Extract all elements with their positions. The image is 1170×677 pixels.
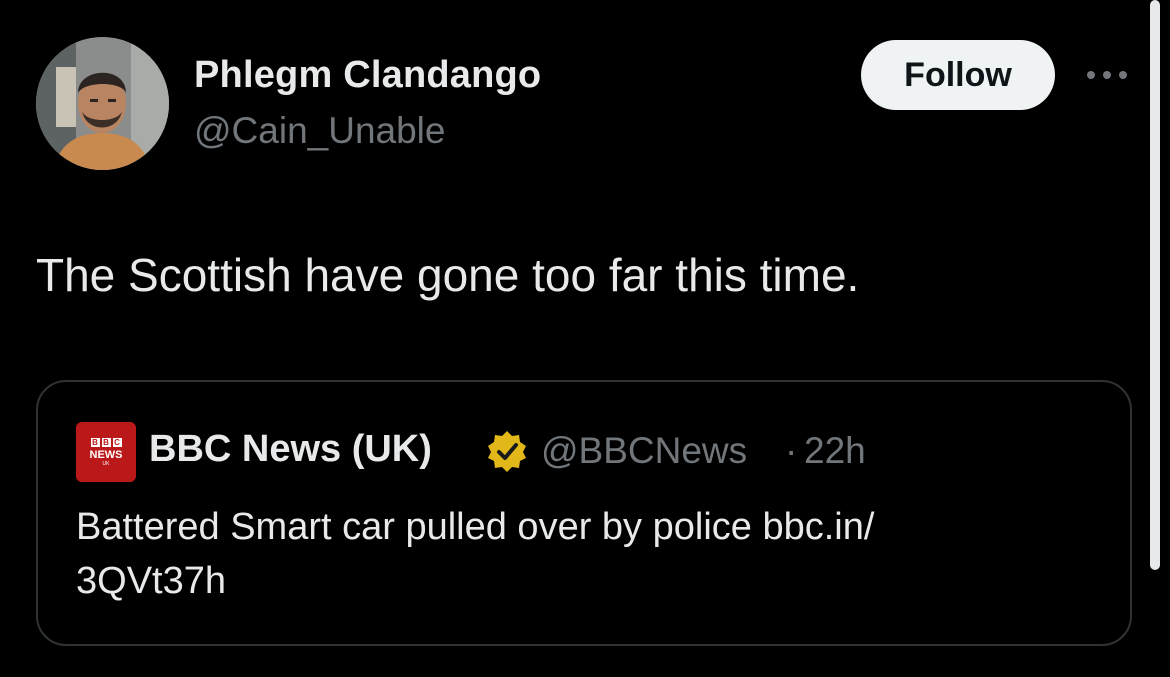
author-avatar[interactable] — [36, 37, 169, 170]
verified-badge-icon — [488, 431, 526, 472]
bbc-news-wordmark: NEWS — [89, 448, 123, 461]
bbc-letter: B — [90, 437, 100, 447]
bbc-blocks: B B C — [90, 437, 122, 447]
quoted-text-line: 3QVt37h — [76, 560, 226, 602]
quoted-tweet-text: Battered Smart car pulled over by police… — [76, 500, 1076, 608]
quoted-display-name[interactable]: BBC News (UK) — [149, 428, 432, 471]
follow-button[interactable]: Follow — [861, 40, 1055, 110]
bbc-news-logo[interactable]: B B C NEWS UK — [76, 422, 136, 482]
scrollbar-thumb[interactable] — [1150, 0, 1160, 570]
quoted-handle[interactable]: @BBCNews — [541, 430, 747, 472]
author-handle[interactable]: @Cain_Unable — [194, 110, 445, 152]
tweet: Phlegm Clandango @Cain_Unable Follow The… — [0, 0, 1170, 677]
bbc-letter: B — [101, 437, 111, 447]
meta-separator: · — [785, 430, 798, 471]
quoted-timestamp[interactable]: 22h — [804, 430, 866, 472]
author-display-name[interactable]: Phlegm Clandango — [194, 54, 541, 97]
more-options-button[interactable] — [1082, 60, 1132, 90]
more-horizontal-icon — [1087, 71, 1127, 79]
bbc-region-wordmark: UK — [102, 460, 110, 467]
quoted-text-line: Battered Smart car pulled over by police… — [76, 506, 875, 548]
avatar-photo — [36, 37, 169, 170]
tweet-text: The Scottish have gone too far this time… — [36, 249, 860, 301]
quoted-tweet-card[interactable]: B B C NEWS UK BBC News (UK) @BBCNews · 2… — [36, 380, 1132, 646]
bbc-letter: C — [112, 437, 122, 447]
